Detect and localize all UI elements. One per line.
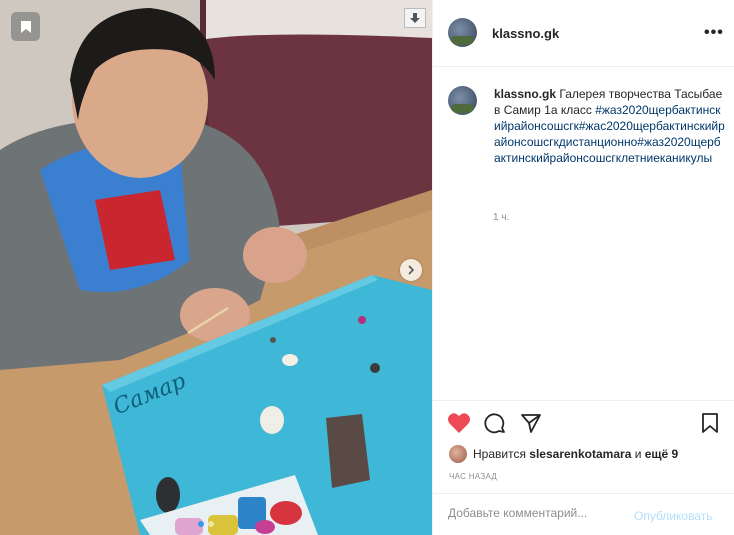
- likes-and: и: [631, 447, 645, 461]
- actions-section: Нравится slesarenkotamara и ещё 9 ЧАС НА…: [433, 400, 734, 535]
- like-heart-icon[interactable]: [447, 412, 471, 434]
- header-username[interactable]: klassno.gk: [492, 26, 559, 41]
- likes-prefix: Нравится: [473, 447, 530, 461]
- post-side-panel: klassno.gk ••• klassno.gk Галерея творче…: [432, 0, 734, 535]
- bookmark-overlay-icon[interactable]: [11, 12, 40, 41]
- comment-icon[interactable]: [484, 412, 506, 434]
- more-options-icon[interactable]: •••: [704, 24, 724, 42]
- next-slide-button[interactable]: [400, 259, 422, 281]
- post-photo[interactable]: Самар: [0, 0, 432, 535]
- carousel-dot: [208, 521, 214, 527]
- liker-username[interactable]: slesarenkotamara: [529, 447, 631, 461]
- share-send-icon[interactable]: [520, 412, 542, 434]
- likes-summary: Нравится slesarenkotamara и ещё 9: [449, 445, 678, 463]
- liker-avatar[interactable]: [449, 445, 467, 463]
- carousel-dot-active: [198, 521, 204, 527]
- caption-username[interactable]: klassno.gk: [494, 87, 556, 101]
- comment-input[interactable]: [448, 506, 628, 520]
- likes-more-link[interactable]: ещё 9: [645, 447, 678, 461]
- caption-text: klassno.gk Галерея творчества Тасыбаев С…: [494, 86, 727, 166]
- chevron-right-icon: [408, 265, 415, 275]
- publish-button[interactable]: Опубликовать: [634, 509, 712, 523]
- comment-bar: Опубликовать: [433, 493, 734, 535]
- download-icon[interactable]: [404, 8, 426, 28]
- bookmark-icon[interactable]: [701, 412, 719, 434]
- likes-text: Нравится slesarenkotamara и ещё 9: [473, 447, 678, 461]
- post-header: klassno.gk •••: [433, 0, 734, 67]
- photo-image: [0, 0, 432, 535]
- posted-time[interactable]: ЧАС НАЗАД: [449, 472, 497, 481]
- caption-avatar[interactable]: [448, 86, 477, 115]
- caption-time[interactable]: 1 ч.: [493, 212, 509, 223]
- avatar[interactable]: [448, 18, 477, 47]
- carousel-dots: [198, 521, 214, 527]
